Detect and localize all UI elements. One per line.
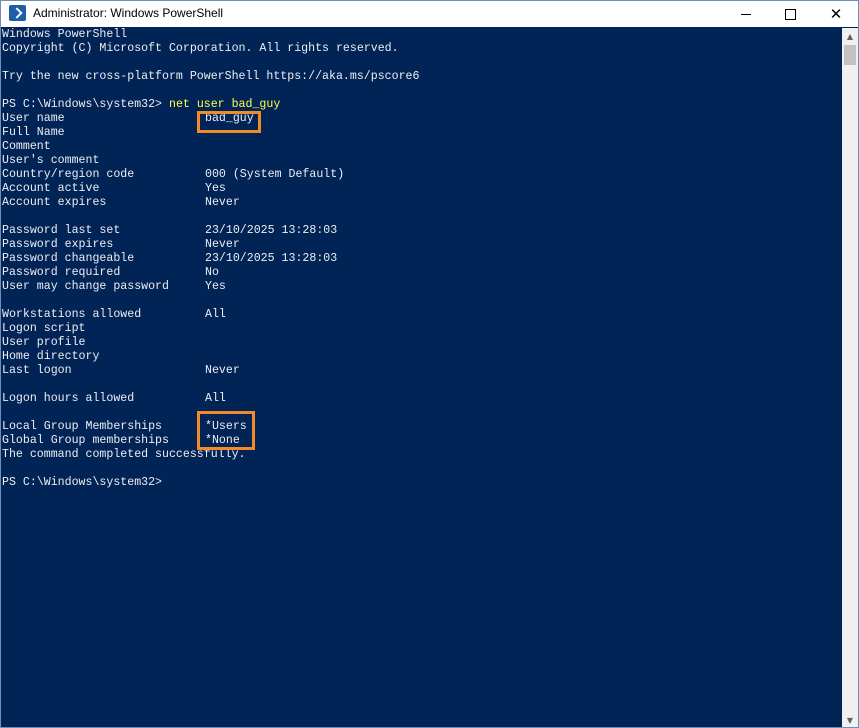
- banner-text: Windows PowerShell: [2, 28, 128, 41]
- field-label: Global Group memberships: [2, 434, 169, 447]
- field-label: Logon hours allowed: [2, 392, 135, 405]
- field-value: *Users: [205, 420, 247, 433]
- field-label: User profile: [2, 336, 86, 349]
- field-label: Local Group Memberships: [2, 420, 163, 433]
- field-value: Never: [205, 238, 240, 251]
- field-label: User's comment: [2, 154, 100, 167]
- minimize-button[interactable]: [723, 1, 769, 27]
- field-label: User may change password: [2, 280, 169, 293]
- field-row: Country/region code 000 (System Default): [2, 168, 702, 182]
- field-row: [2, 294, 702, 308]
- field-row: Home directory: [2, 350, 702, 364]
- field-label: Home directory: [2, 350, 100, 363]
- field-label: User name: [2, 112, 65, 125]
- field-row: User profile: [2, 336, 702, 350]
- field-row: Password expires Never: [2, 238, 702, 252]
- field-row: Password required No: [2, 266, 702, 280]
- field-row: Global Group memberships *None: [2, 434, 702, 448]
- field-row: [2, 378, 702, 392]
- banner-text: Copyright (C) Microsoft Corporation. All…: [2, 42, 399, 55]
- field-label: Last logon: [2, 364, 72, 377]
- field-value: Never: [205, 196, 240, 209]
- banner-line: Windows PowerShell: [2, 28, 127, 42]
- scroll-down-arrow-icon[interactable]: ▼: [842, 712, 858, 727]
- field-row: Comment: [2, 140, 702, 154]
- console-output[interactable]: Windows PowerShell Copyright (C) Microsof…: [2, 28, 842, 727]
- field-value: *None: [205, 434, 240, 447]
- powershell-icon: [9, 5, 26, 21]
- field-label: Password changeable: [2, 252, 135, 265]
- field-value: All: [205, 308, 226, 321]
- banner-line: Try the new cross-platform PowerShell ht…: [2, 70, 419, 84]
- field-label: Password expires: [2, 238, 114, 251]
- field-row: User may change password Yes: [2, 280, 702, 294]
- field-label: Account active: [2, 182, 100, 195]
- field-row: [2, 406, 702, 420]
- field-row: Local Group Memberships *Users: [2, 420, 702, 434]
- field-row: [2, 210, 702, 224]
- field-row: Full Name: [2, 126, 702, 140]
- field-value: All: [205, 392, 226, 405]
- minimize-icon: [741, 13, 751, 15]
- field-row: Last logon Never: [2, 364, 702, 378]
- maximize-icon: [784, 8, 796, 20]
- field-row: Account active Yes: [2, 182, 702, 196]
- scroll-thumb[interactable]: [844, 45, 856, 65]
- field-value: 000 (System Default): [205, 168, 345, 181]
- completion-line: The command completed successfully.: [2, 448, 246, 462]
- field-value: No: [205, 266, 219, 279]
- field-row: Logon script: [2, 322, 702, 336]
- field-row: Password last set 23/10/2025 13:28:03: [2, 224, 702, 238]
- final-prompt-line: PS C:\Windows\system32>: [2, 476, 162, 490]
- field-label: Logon script: [2, 322, 86, 335]
- field-value: Yes: [205, 280, 226, 293]
- field-value: 23/10/2025 13:28:03: [205, 224, 338, 237]
- field-label: Password required: [2, 266, 121, 279]
- field-row: Logon hours allowed All: [2, 392, 702, 406]
- prompt-text: PS C:\Windows\system32>: [2, 98, 169, 111]
- final-prompt-text: PS C:\Windows\system32>: [2, 476, 163, 489]
- field-value: 23/10/2025 13:28:03: [205, 252, 338, 265]
- banner-line: Copyright (C) Microsoft Corporation. All…: [2, 42, 399, 56]
- vertical-scrollbar[interactable]: ▲ ▼: [842, 28, 858, 727]
- command-line: PS C:\Windows\system32> net user bad_guy: [2, 98, 280, 112]
- field-label: Workstations allowed: [2, 308, 142, 321]
- command-text: net user bad_guy: [168, 98, 281, 111]
- field-row: Account expires Never: [2, 196, 702, 210]
- scroll-up-arrow-icon[interactable]: ▲: [842, 28, 858, 44]
- field-row: User's comment: [2, 154, 702, 168]
- field-label: Account expires: [2, 196, 107, 209]
- field-label: Comment: [2, 140, 51, 153]
- field-row: Password changeable 23/10/2025 13:28:03: [2, 252, 702, 266]
- field-label: Full Name: [2, 126, 65, 139]
- field-value: Yes: [205, 182, 226, 195]
- window-title: Administrator: Windows PowerShell: [33, 6, 224, 20]
- close-icon: ✕: [829, 4, 843, 23]
- close-button[interactable]: ✕: [813, 1, 858, 27]
- field-label: Password last set: [2, 224, 121, 237]
- field-row: User name bad_guy: [2, 112, 702, 126]
- powershell-window: Administrator: Windows PowerShell ✕ Wind…: [0, 0, 859, 728]
- title-bar[interactable]: Administrator: Windows PowerShell ✕: [1, 1, 858, 27]
- field-value: Never: [205, 364, 240, 377]
- completion-text: The command completed successfully.: [2, 448, 246, 461]
- banner-text: Try the new cross-platform PowerShell ht…: [2, 70, 420, 83]
- field-value: bad_guy: [205, 112, 254, 125]
- maximize-button[interactable]: [767, 1, 813, 27]
- field-row: Workstations allowed All: [2, 308, 702, 322]
- field-label: Country/region code: [2, 168, 135, 181]
